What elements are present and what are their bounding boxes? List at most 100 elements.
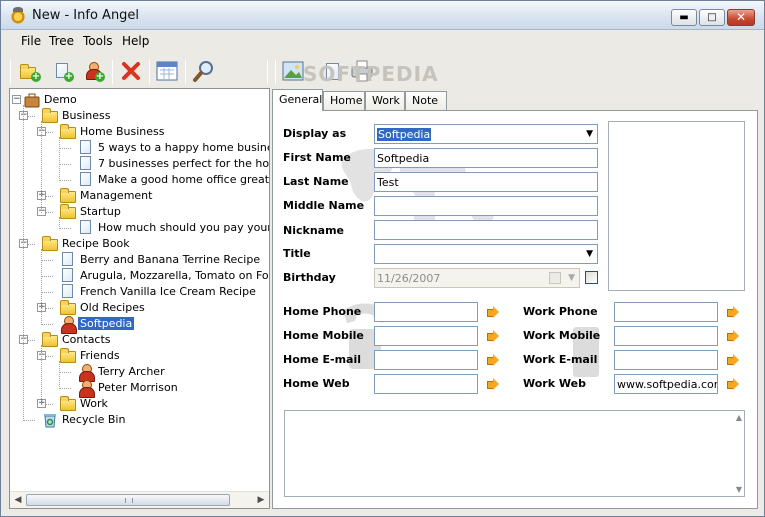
menu-help[interactable]: Help [122, 34, 149, 48]
tab-general[interactable]: General [272, 89, 323, 111]
tree-row[interactable]: − Contacts [10, 332, 269, 348]
plus-icon: + [95, 71, 105, 82]
first-name-field[interactable]: Softpedia [374, 148, 598, 168]
scroll-up-arrow-icon[interactable]: ▲ [736, 413, 742, 422]
tree-row[interactable]: Softpedia [10, 316, 269, 334]
work-mobile-go-arrow-icon[interactable] [727, 330, 739, 342]
dropdown-arrow-icon[interactable]: ▼ [586, 129, 593, 139]
tree-item-label: Business [62, 109, 111, 122]
minimize-button[interactable]: ▬ [671, 9, 697, 26]
title-bar[interactable]: New - Info Angel ▬ □ ✕ [1, 1, 764, 30]
tree-row[interactable]: − Friends [10, 348, 269, 364]
home-mobile-field[interactable] [374, 326, 478, 346]
search-button[interactable] [191, 58, 217, 84]
home-web-go-arrow-icon[interactable] [487, 378, 499, 390]
tab-note[interactable]: Note [405, 91, 447, 111]
work-web-field[interactable]: www.softpedia.com [614, 374, 718, 394]
scroll-thumb[interactable] [26, 494, 230, 506]
nickname-label: Nickname [283, 224, 344, 237]
new-note-button[interactable]: + [50, 58, 76, 84]
tree-item-label: Make a good home office great: [98, 173, 269, 186]
delete-button[interactable] [118, 58, 144, 84]
close-button[interactable]: ✕ [727, 9, 755, 26]
tree-connector-line [41, 292, 53, 293]
scroll-left-arrow-icon[interactable]: ◀ [12, 494, 24, 506]
home-email-label: Home E-mail [283, 353, 362, 366]
tree-row[interactable]: Recycle Bin [10, 412, 269, 428]
maximize-button[interactable]: □ [699, 9, 725, 26]
general-tab-panel: Display as Softpedia ▼ First Name Softpe… [272, 110, 758, 509]
tree-pane[interactable]: − Demo − Business − Home Business 5 ways to a … [9, 88, 270, 509]
tree-row[interactable]: 5 ways to a happy home business [10, 140, 269, 156]
menu-file[interactable]: File [21, 34, 41, 48]
tree-row[interactable]: + Old Recipes [10, 300, 269, 316]
tree-row[interactable]: + Work [10, 396, 269, 412]
tree-row[interactable]: 7 businesses perfect for the home [10, 156, 269, 172]
toolbar-separator [267, 60, 268, 84]
first-name-label: First Name [283, 151, 351, 164]
tree-row[interactable]: − Business [10, 108, 269, 124]
tree-connector-line [59, 228, 71, 229]
tree-expander[interactable]: − [12, 95, 21, 104]
tree-horizontal-scrollbar[interactable]: ◀ ▶ [10, 491, 269, 508]
tree-row[interactable]: − Home Business [10, 124, 269, 140]
title-select[interactable]: ▼ [374, 244, 598, 264]
dropdown-arrow-icon[interactable]: ▼ [568, 273, 575, 283]
tree-item-label: Arugula, Mozzarella, Tomato on Focaccia [80, 269, 269, 282]
calendar-button[interactable] [154, 58, 180, 84]
work-phone-go-arrow-icon[interactable] [727, 306, 739, 318]
tree-row[interactable]: Terry Archer [10, 364, 269, 382]
tree-view[interactable]: − Demo − Business − Home Business 5 ways to a … [10, 89, 269, 491]
tab-work[interactable]: Work [365, 91, 405, 111]
tree-row[interactable]: Peter Morrison [10, 380, 269, 398]
nickname-field[interactable] [374, 220, 598, 240]
home-mobile-go-arrow-icon[interactable] [487, 330, 499, 342]
tree-row[interactable]: How much should you pay yourself [10, 220, 269, 236]
tree-row[interactable]: + Management [10, 188, 269, 204]
work-web-go-arrow-icon[interactable] [727, 378, 739, 390]
work-mobile-label: Work Mobile [523, 329, 601, 342]
notes-textarea[interactable]: ▲ ▼ [284, 410, 745, 497]
middle-name-field[interactable] [374, 196, 598, 216]
tree-row[interactable]: − Recipe Book [10, 236, 269, 252]
work-email-field[interactable] [614, 350, 718, 370]
home-phone-go-arrow-icon[interactable] [487, 306, 499, 318]
last-name-label: Last Name [283, 175, 349, 188]
tree-item-label: Recycle Bin [62, 413, 126, 426]
contact-photo-box[interactable] [608, 121, 745, 291]
menu-tools[interactable]: Tools [83, 34, 113, 48]
window-title: New - Info Angel [32, 8, 140, 23]
tree-row[interactable]: Make a good home office great: [10, 172, 269, 188]
folder-icon [42, 108, 58, 123]
dropdown-arrow-icon[interactable]: ▼ [586, 249, 593, 259]
tree-row[interactable]: French Vanilla Ice Cream Recipe [10, 284, 269, 300]
work-email-go-arrow-icon[interactable] [727, 354, 739, 366]
display-as-select[interactable]: Softpedia ▼ [374, 124, 598, 144]
work-mobile-field[interactable] [614, 326, 718, 346]
scroll-right-arrow-icon[interactable]: ▶ [255, 494, 267, 506]
tree-connector-line [59, 388, 71, 389]
calendar-picker-icon[interactable] [549, 272, 561, 284]
tab-home[interactable]: Home [323, 91, 365, 111]
home-web-label: Home Web [283, 377, 350, 390]
birthday-checkbox[interactable] [585, 271, 598, 284]
folder-icon [60, 348, 76, 363]
tree-guide-line [41, 249, 42, 325]
birthday-date-picker[interactable]: 11/26/2007 ▼ [374, 268, 580, 288]
menu-tree[interactable]: Tree [49, 34, 74, 48]
tree-item-label: Demo [44, 93, 77, 106]
new-contact-button[interactable]: + [81, 58, 107, 84]
home-phone-field[interactable] [374, 302, 478, 322]
tree-row[interactable]: Arugula, Mozzarella, Tomato on Focaccia [10, 268, 269, 284]
tree-row[interactable]: − Demo [10, 92, 269, 108]
display-as-label: Display as [283, 127, 347, 140]
tree-row[interactable]: Berry and Banana Terrine Recipe [10, 252, 269, 268]
tree-row[interactable]: − Startup [10, 204, 269, 220]
work-phone-field[interactable] [614, 302, 718, 322]
home-web-field[interactable] [374, 374, 478, 394]
last-name-field[interactable]: Test [374, 172, 598, 192]
scroll-down-arrow-icon[interactable]: ▼ [736, 485, 742, 494]
home-email-field[interactable] [374, 350, 478, 370]
new-folder-button[interactable]: + [17, 58, 43, 84]
home-email-go-arrow-icon[interactable] [487, 354, 499, 366]
